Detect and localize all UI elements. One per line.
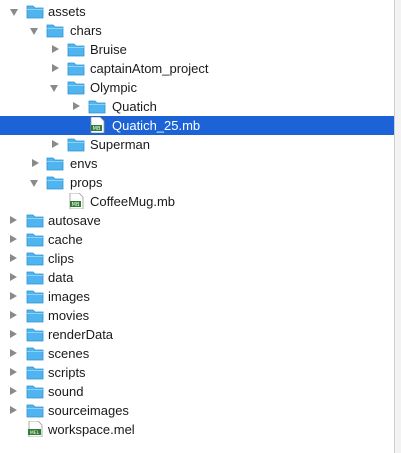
tree-row-label: scripts: [48, 365, 86, 380]
folder-icon: [67, 138, 85, 152]
disclosure-triangle-collapsed-icon[interactable]: [10, 330, 17, 338]
tree-row-scripts[interactable]: scripts: [0, 363, 401, 382]
tree-row-label: cache: [48, 232, 83, 247]
tree-row-superman[interactable]: Superman: [0, 135, 401, 154]
tree-row-coffeemug-mb[interactable]: MB CoffeeMug.mb: [0, 192, 401, 211]
mb-file-icon: MB: [69, 193, 84, 209]
tree-row-label: sourceimages: [48, 403, 129, 418]
tree-row-label: Quatich: [112, 99, 157, 114]
tree-row-label: data: [48, 270, 74, 285]
tree-row-cache[interactable]: cache: [0, 230, 401, 249]
disclosure-triangle-collapsed-icon[interactable]: [10, 254, 17, 262]
folder-icon: [26, 290, 44, 304]
mb-badge-text: MB: [93, 126, 101, 132]
tree-row-sourceimages[interactable]: sourceimages: [0, 401, 401, 420]
disclosure-triangle-collapsed-icon[interactable]: [10, 368, 17, 376]
tree-row-data[interactable]: data: [0, 268, 401, 287]
tree-row-clips[interactable]: clips: [0, 249, 401, 268]
tree-row-label: Olympic: [90, 80, 137, 95]
folder-icon: [26, 347, 44, 361]
tree-row-label: Quatich_25.mb: [112, 118, 201, 133]
tree-row-label: movies: [48, 308, 90, 323]
folder-icon: [26, 252, 44, 266]
disclosure-triangle-collapsed-icon[interactable]: [32, 159, 39, 167]
folder-icon: [26, 233, 44, 247]
disclosure-triangle-expanded-icon[interactable]: [30, 28, 38, 35]
tree-row-label: images: [48, 289, 90, 304]
folder-icon: [26, 5, 44, 19]
tree-row-quatich-25-mb[interactable]: MB Quatich_25.mb: [0, 116, 401, 135]
disclosure-triangle-collapsed-icon[interactable]: [10, 406, 17, 414]
folder-icon: [26, 385, 44, 399]
disclosure-triangle-collapsed-icon[interactable]: [10, 273, 17, 281]
mb-badge-text: MB: [72, 202, 80, 208]
mb-file-icon: MB: [90, 117, 105, 133]
disclosure-triangle-collapsed-icon[interactable]: [10, 235, 17, 243]
disclosure-triangle-collapsed-icon[interactable]: [10, 292, 17, 300]
tree-row-label: clips: [48, 251, 75, 266]
folder-icon: [26, 309, 44, 323]
tree-row-label: props: [70, 175, 103, 190]
disclosure-triangle-collapsed-icon[interactable]: [52, 45, 59, 53]
folder-icon: [67, 62, 85, 76]
tree-row-label: Superman: [90, 137, 150, 152]
tree-row-chars[interactable]: chars: [0, 21, 401, 40]
folder-icon: [26, 404, 44, 418]
tree-row-renderdata[interactable]: renderData: [0, 325, 401, 344]
tree-row-scenes[interactable]: scenes: [0, 344, 401, 363]
tree-row-captainatom-project[interactable]: captainAtom_project: [0, 59, 401, 78]
tree-row-label: CoffeeMug.mb: [90, 194, 176, 209]
tree-row-olympic[interactable]: Olympic: [0, 78, 401, 97]
tree-row-label: captainAtom_project: [90, 61, 209, 76]
tree-row-label: sound: [48, 384, 84, 399]
disclosure-triangle-expanded-icon[interactable]: [50, 85, 58, 92]
folder-icon: [88, 100, 106, 114]
tree-row-quatich[interactable]: Quatich: [0, 97, 401, 116]
folder-icon: [26, 366, 44, 380]
tree-row-label: renderData: [48, 327, 114, 342]
folder-icon: [46, 176, 64, 190]
tree-row-label: Bruise: [90, 42, 127, 57]
tree-row-label: assets: [48, 4, 86, 19]
folder-icon: [67, 81, 85, 95]
folder-icon: [26, 271, 44, 285]
disclosure-triangle-expanded-icon[interactable]: [10, 9, 18, 16]
mel-file-icon: MEL: [28, 421, 43, 437]
folder-icon: [46, 24, 64, 38]
tree-row-movies[interactable]: movies: [0, 306, 401, 325]
disclosure-triangle-collapsed-icon[interactable]: [52, 64, 59, 72]
folder-icon: [67, 43, 85, 57]
tree-row-label: chars: [70, 23, 102, 38]
tree-row-autosave[interactable]: autosave: [0, 211, 401, 230]
disclosure-triangle-collapsed-icon[interactable]: [73, 102, 80, 110]
disclosure-triangle-collapsed-icon[interactable]: [10, 311, 17, 319]
tree-row-label: envs: [70, 156, 98, 171]
disclosure-triangle-collapsed-icon[interactable]: [10, 349, 17, 357]
mel-badge-text: MEL: [30, 430, 40, 436]
tree-row-images[interactable]: images: [0, 287, 401, 306]
tree-row-workspace-mel[interactable]: MEL workspace.mel: [0, 420, 401, 439]
tree-row-envs[interactable]: envs: [0, 154, 401, 173]
tree-row-label: autosave: [48, 213, 101, 228]
tree-row-bruise[interactable]: Bruise: [0, 40, 401, 59]
tree-row-label: workspace.mel: [48, 422, 135, 437]
tree-row-props[interactable]: props: [0, 173, 401, 192]
folder-icon: [46, 157, 64, 171]
tree-row-assets[interactable]: assets: [0, 2, 401, 21]
tree-row-label: scenes: [48, 346, 90, 361]
disclosure-triangle-expanded-icon[interactable]: [30, 180, 38, 187]
file-tree: assets chars Bruise captainAtom_project …: [0, 0, 401, 453]
tree-row-sound[interactable]: sound: [0, 382, 401, 401]
disclosure-triangle-collapsed-icon[interactable]: [52, 140, 59, 148]
folder-icon: [26, 214, 44, 228]
folder-icon: [26, 328, 44, 342]
scrollbar-track[interactable]: [394, 0, 401, 453]
disclosure-triangle-collapsed-icon[interactable]: [10, 216, 17, 224]
disclosure-triangle-collapsed-icon[interactable]: [10, 387, 17, 395]
